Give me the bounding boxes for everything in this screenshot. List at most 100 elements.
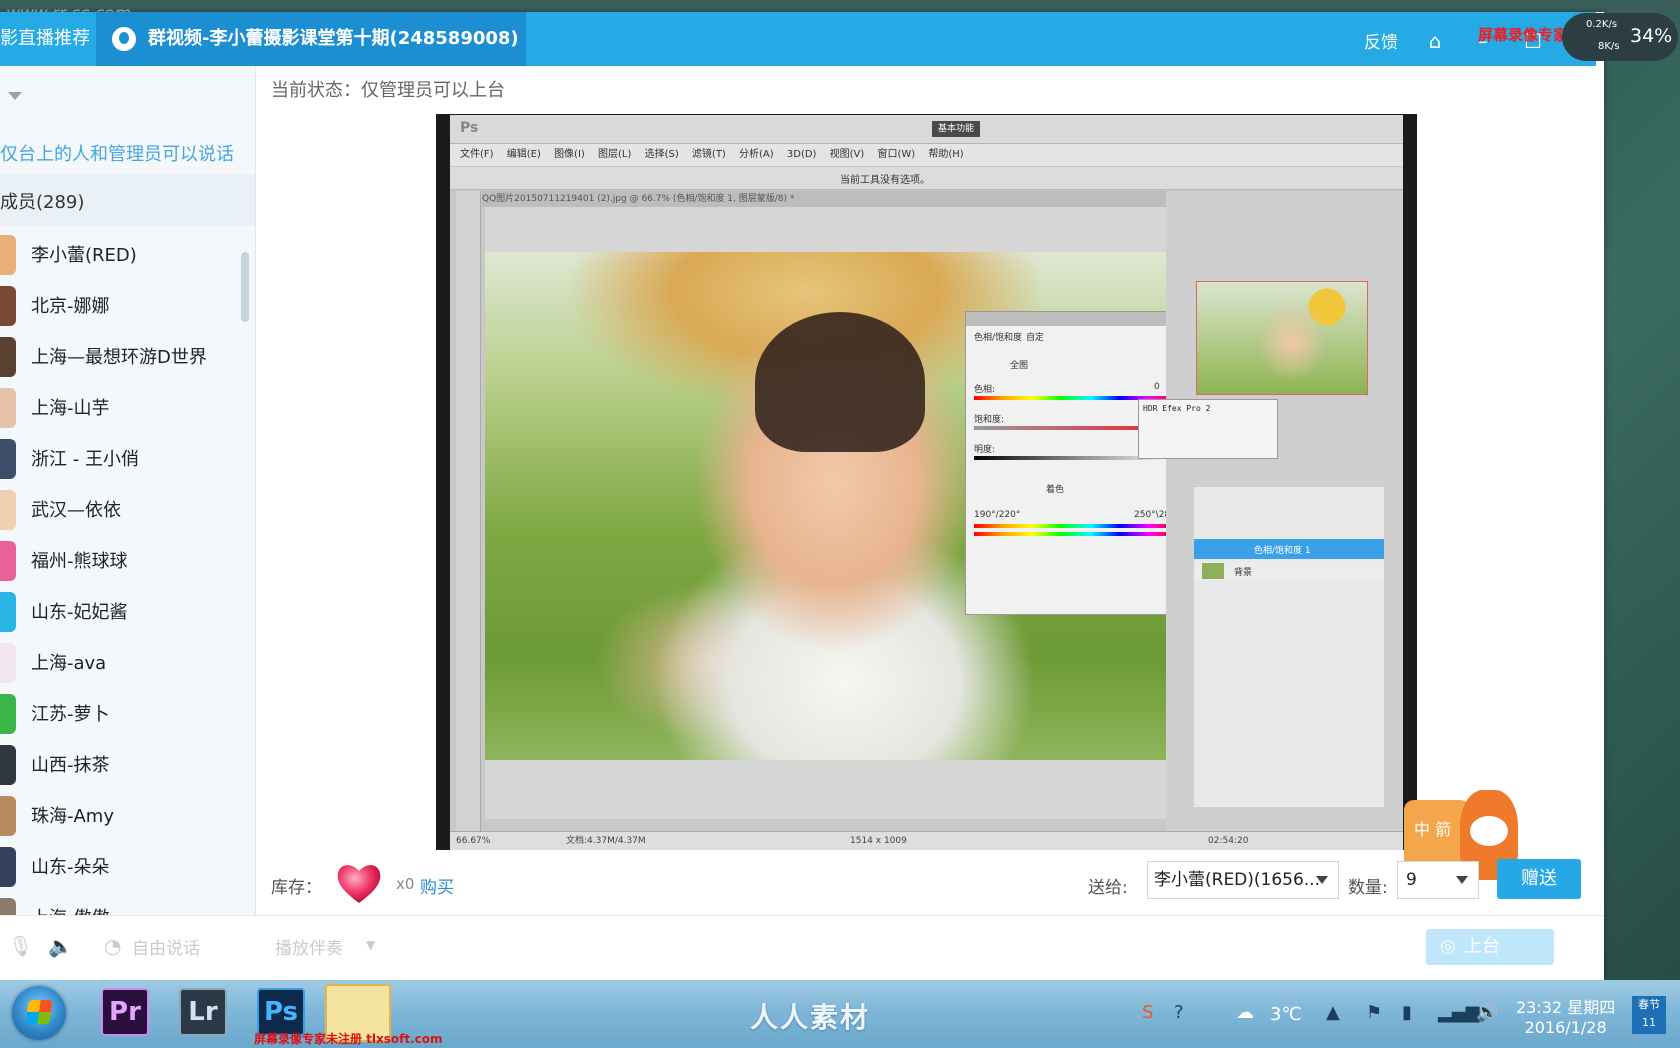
quantity-select[interactable]: 9 bbox=[1397, 861, 1479, 899]
photoshop-taskbar-icon[interactable]: Ps bbox=[257, 988, 305, 1036]
start-button[interactable] bbox=[12, 986, 66, 1040]
member-row[interactable]: 李小蕾(RED) bbox=[0, 231, 240, 281]
tab-live-recommend[interactable]: 影直播推荐 bbox=[0, 12, 96, 66]
lightroom-taskbar-icon[interactable]: Lr bbox=[179, 988, 227, 1036]
avatar bbox=[0, 643, 16, 683]
network-signal-icon[interactable]: ▂▄▆ bbox=[1438, 1002, 1480, 1023]
volume-icon[interactable]: 🔊 bbox=[1476, 1002, 1498, 1023]
tab-group-video-label: 群视频-李小蕾摄影课堂第十期(248589008) bbox=[148, 28, 519, 49]
tab-group-video[interactable]: 群视频-李小蕾摄影课堂第十期(248589008) bbox=[96, 12, 526, 66]
member-list-scrollbar[interactable] bbox=[241, 252, 249, 322]
recorder-unregistered-text: 屏幕录像专家未注册 tlxsoft.com bbox=[254, 1032, 443, 1046]
chevron-down-icon bbox=[1316, 876, 1328, 884]
go-on-stage-button[interactable]: ◎ 上台 bbox=[1426, 929, 1554, 965]
bgm-dropdown-icon[interactable]: ▼ bbox=[366, 938, 375, 952]
sogou-ime-icon[interactable]: S bbox=[1142, 1002, 1153, 1023]
quantity-value: 9 bbox=[1406, 870, 1417, 890]
member-row[interactable]: 山东-妃妃酱 bbox=[0, 588, 240, 638]
skin-icon[interactable]: ⌂ bbox=[1424, 30, 1446, 52]
ps-canvas: 色相/饱和度 自定 全图 色相: 0 饱和度: 100 明度: 0 着色 190… bbox=[485, 207, 1207, 819]
free-talk-icon: ◔ bbox=[104, 934, 122, 958]
member-name: 上海—最想环游D世界 bbox=[31, 347, 207, 368]
quantity-label: 数量: bbox=[1348, 878, 1388, 898]
member-name: 山东-妃妃酱 bbox=[31, 602, 128, 623]
member-row[interactable]: 珠海-Amy bbox=[0, 792, 240, 842]
member-row[interactable]: 北京-娜娜 bbox=[0, 282, 240, 332]
upload-speed: 0.2K/s bbox=[1586, 19, 1618, 30]
calendar-day: 11 bbox=[1642, 1016, 1656, 1029]
avatar bbox=[0, 388, 16, 428]
feedback-link[interactable]: 反馈 bbox=[1364, 12, 1398, 74]
ps-menu-item: 图像(I) bbox=[554, 149, 585, 160]
member-name: 北京-娜娜 bbox=[31, 296, 110, 317]
avatar bbox=[0, 490, 16, 530]
avatar bbox=[0, 286, 16, 326]
member-name: 武汉—依依 bbox=[31, 500, 121, 521]
member-row[interactable]: 江苏-萝卜 bbox=[0, 690, 240, 740]
member-sidebar: 仅台上的人和管理员可以说话 成员(289) 李小蕾(RED) 北京-娜娜 上海—… bbox=[0, 66, 256, 926]
ps-doc-size: 文档:4.37M/4.37M bbox=[566, 836, 646, 846]
ps-menu-bar: 文件(F) 编辑(E) 图像(I) 图层(L) 选择(S) 滤镜(T) 分析(A… bbox=[450, 144, 1403, 166]
calendar-festival: 春节 bbox=[1638, 998, 1660, 1011]
ps-menu-item: 视图(V) bbox=[829, 149, 865, 160]
range-left: 190°/220° bbox=[974, 510, 1021, 520]
speaker-icon[interactable]: 🔈 bbox=[48, 934, 73, 958]
member-name: 山西-抹茶 bbox=[31, 755, 110, 776]
member-name: 珠海-Amy bbox=[31, 806, 114, 827]
ps-menu-item: 文件(F) bbox=[460, 149, 494, 160]
member-name: 福州-熊球球 bbox=[31, 551, 128, 572]
clock-time: 23:32 星期四 bbox=[1516, 998, 1616, 1017]
give-button[interactable]: 赠送 bbox=[1497, 859, 1581, 899]
layer-hue-sat: 色相/饱和度 1 bbox=[1194, 539, 1384, 559]
member-row[interactable]: 上海-ava bbox=[0, 639, 240, 689]
fox-face bbox=[1470, 816, 1508, 846]
member-row[interactable]: 浙江 - 王小俏 bbox=[0, 435, 240, 485]
member-row[interactable]: 上海—最想环游D世界 bbox=[0, 333, 240, 383]
clock-date: 2016/1/28 bbox=[1524, 1018, 1607, 1037]
free-talk-button[interactable]: 自由说话 bbox=[132, 934, 200, 959]
ps-menu-item: 图层(L) bbox=[598, 149, 632, 160]
member-row[interactable]: 山西-抹茶 bbox=[0, 741, 240, 791]
premiere-taskbar-icon[interactable]: Pr bbox=[101, 988, 149, 1036]
ps-menu-item: 分析(A) bbox=[739, 149, 774, 160]
hue-label: 色相: bbox=[974, 385, 996, 395]
member-row[interactable]: 福州-熊球球 bbox=[0, 537, 240, 587]
weather-cloud-icon[interactable]: ☁ bbox=[1236, 1002, 1254, 1023]
network-monitor[interactable]: 0.2K/s 8K/s 34% bbox=[1562, 13, 1678, 61]
temperature: 3℃ bbox=[1270, 1004, 1302, 1025]
bgm-button[interactable]: 播放伴奏 bbox=[275, 934, 343, 959]
microphone-icon[interactable]: 🎙 bbox=[8, 934, 33, 958]
adj-channel: 全图 bbox=[1010, 361, 1029, 371]
calendar-icon[interactable]: 春节 11 bbox=[1632, 996, 1666, 1034]
battery-icon[interactable]: ▮ bbox=[1402, 1002, 1412, 1023]
system-clock[interactable]: 23:32 星期四 2016/1/28 bbox=[1516, 998, 1615, 1038]
hdr-plugin-popup: HDR Efex Pro 2 bbox=[1138, 399, 1278, 459]
member-name: 上海-ava bbox=[31, 653, 107, 674]
ps-doc-tabs: QQ图片20150711219401 (2).jpg @ 66.7% (色相/饱… bbox=[482, 191, 1207, 207]
avatar bbox=[0, 592, 16, 632]
recipient-select[interactable]: 李小蕾(RED)(1656... bbox=[1147, 861, 1339, 899]
buy-link[interactable]: 购买 bbox=[420, 873, 454, 898]
windows-taskbar: Pr Lr Ps 屏幕录像专家未注册 tlxsoft.com 人人素材 S ? … bbox=[0, 980, 1680, 1048]
stage-icon: ◎ bbox=[1440, 936, 1456, 957]
colorize-checkbox: 着色 bbox=[1046, 485, 1065, 495]
desktop-background bbox=[0, 0, 1680, 12]
avatar bbox=[0, 745, 16, 785]
action-center-flag-icon[interactable]: ⚑ bbox=[1366, 1002, 1382, 1023]
hue-value: 0 bbox=[1154, 382, 1160, 392]
ps-right-panels: HDR Efex Pro 2 色相/饱和度 1 背景 bbox=[1138, 191, 1403, 850]
member-row[interactable]: 武汉—依依 bbox=[0, 486, 240, 536]
fox-bubble-text: 中 箭 bbox=[1414, 820, 1452, 839]
chevron-down-icon bbox=[1456, 876, 1468, 884]
heart-gift-icon[interactable] bbox=[334, 858, 384, 908]
adj-preset: 自定 bbox=[1026, 333, 1045, 343]
lightness-label: 明度: bbox=[974, 445, 996, 455]
tray-expand-icon[interactable]: ▲ bbox=[1326, 1002, 1340, 1023]
collapse-arrow-icon[interactable] bbox=[8, 92, 22, 100]
saturation-label: 饱和度: bbox=[974, 415, 1005, 425]
help-icon[interactable]: ? bbox=[1174, 1002, 1184, 1023]
ps-workspace: 基本功能 bbox=[932, 121, 980, 137]
member-count: 成员(289) bbox=[0, 192, 85, 213]
member-row[interactable]: 上海-山芋 bbox=[0, 384, 240, 434]
ps-menu-item: 选择(S) bbox=[644, 149, 679, 160]
